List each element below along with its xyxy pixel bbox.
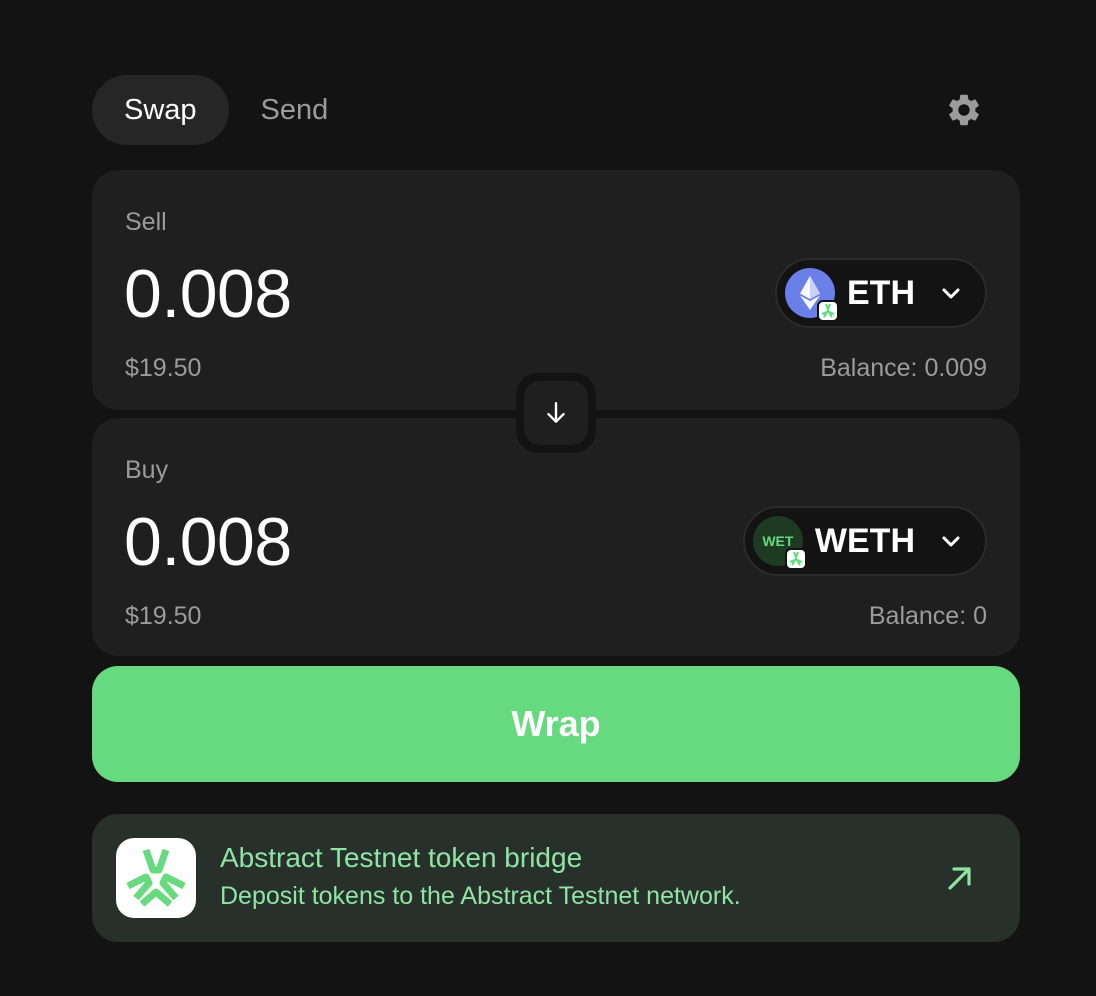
buy-label: Buy [125, 456, 169, 484]
bridge-banner[interactable]: Abstract Testnet token bridge Deposit to… [92, 814, 1020, 942]
bridge-subtitle: Deposit tokens to the Abstract Testnet n… [220, 882, 741, 910]
arrow-up-right-icon [948, 867, 971, 890]
buy-balance: Balance: 0 [868, 602, 987, 630]
buy-token-selector[interactable]: WET WETH [742, 506, 987, 576]
chevron-down-icon [942, 536, 960, 547]
swap-widget: Swap Send Sell 0.008 $19.50 Balance: 0.0… [0, 0, 1096, 996]
buy-token-symbol: WETH [814, 521, 915, 560]
weth-icon: WET [752, 516, 807, 570]
tab-send[interactable]: Send [229, 75, 361, 145]
buy-panel: Buy 0.008 $19.50 Balance: 0 WET WETH [92, 418, 1020, 656]
switch-tokens-button[interactable] [524, 381, 588, 445]
settings-button[interactable] [944, 90, 984, 130]
buy-usd-value: $19.50 [125, 602, 202, 630]
tab-swap[interactable]: Swap [92, 75, 229, 145]
network-badge-icon [817, 300, 839, 322]
arrow-down-icon [547, 402, 565, 423]
network-badge-icon [784, 548, 807, 570]
sell-balance: Balance: 0.009 [820, 354, 987, 382]
gear-icon [949, 94, 979, 126]
wrap-button[interactable]: Wrap [92, 666, 1020, 782]
sell-token-selector[interactable]: ETH [775, 258, 987, 328]
sell-amount-input[interactable]: 0.008 [124, 256, 292, 332]
sell-token-symbol: ETH [847, 273, 915, 312]
switch-tokens-container [516, 373, 596, 453]
chevron-down-icon [942, 288, 960, 299]
eth-icon [785, 268, 839, 322]
buy-amount-input[interactable]: 0.008 [124, 504, 292, 580]
bridge-title: Abstract Testnet token bridge [220, 842, 583, 873]
tab-bar: Swap Send [92, 75, 360, 145]
sell-usd-value: $19.50 [125, 354, 202, 382]
sell-label: Sell [125, 208, 167, 236]
abstract-logo-icon [116, 838, 196, 918]
